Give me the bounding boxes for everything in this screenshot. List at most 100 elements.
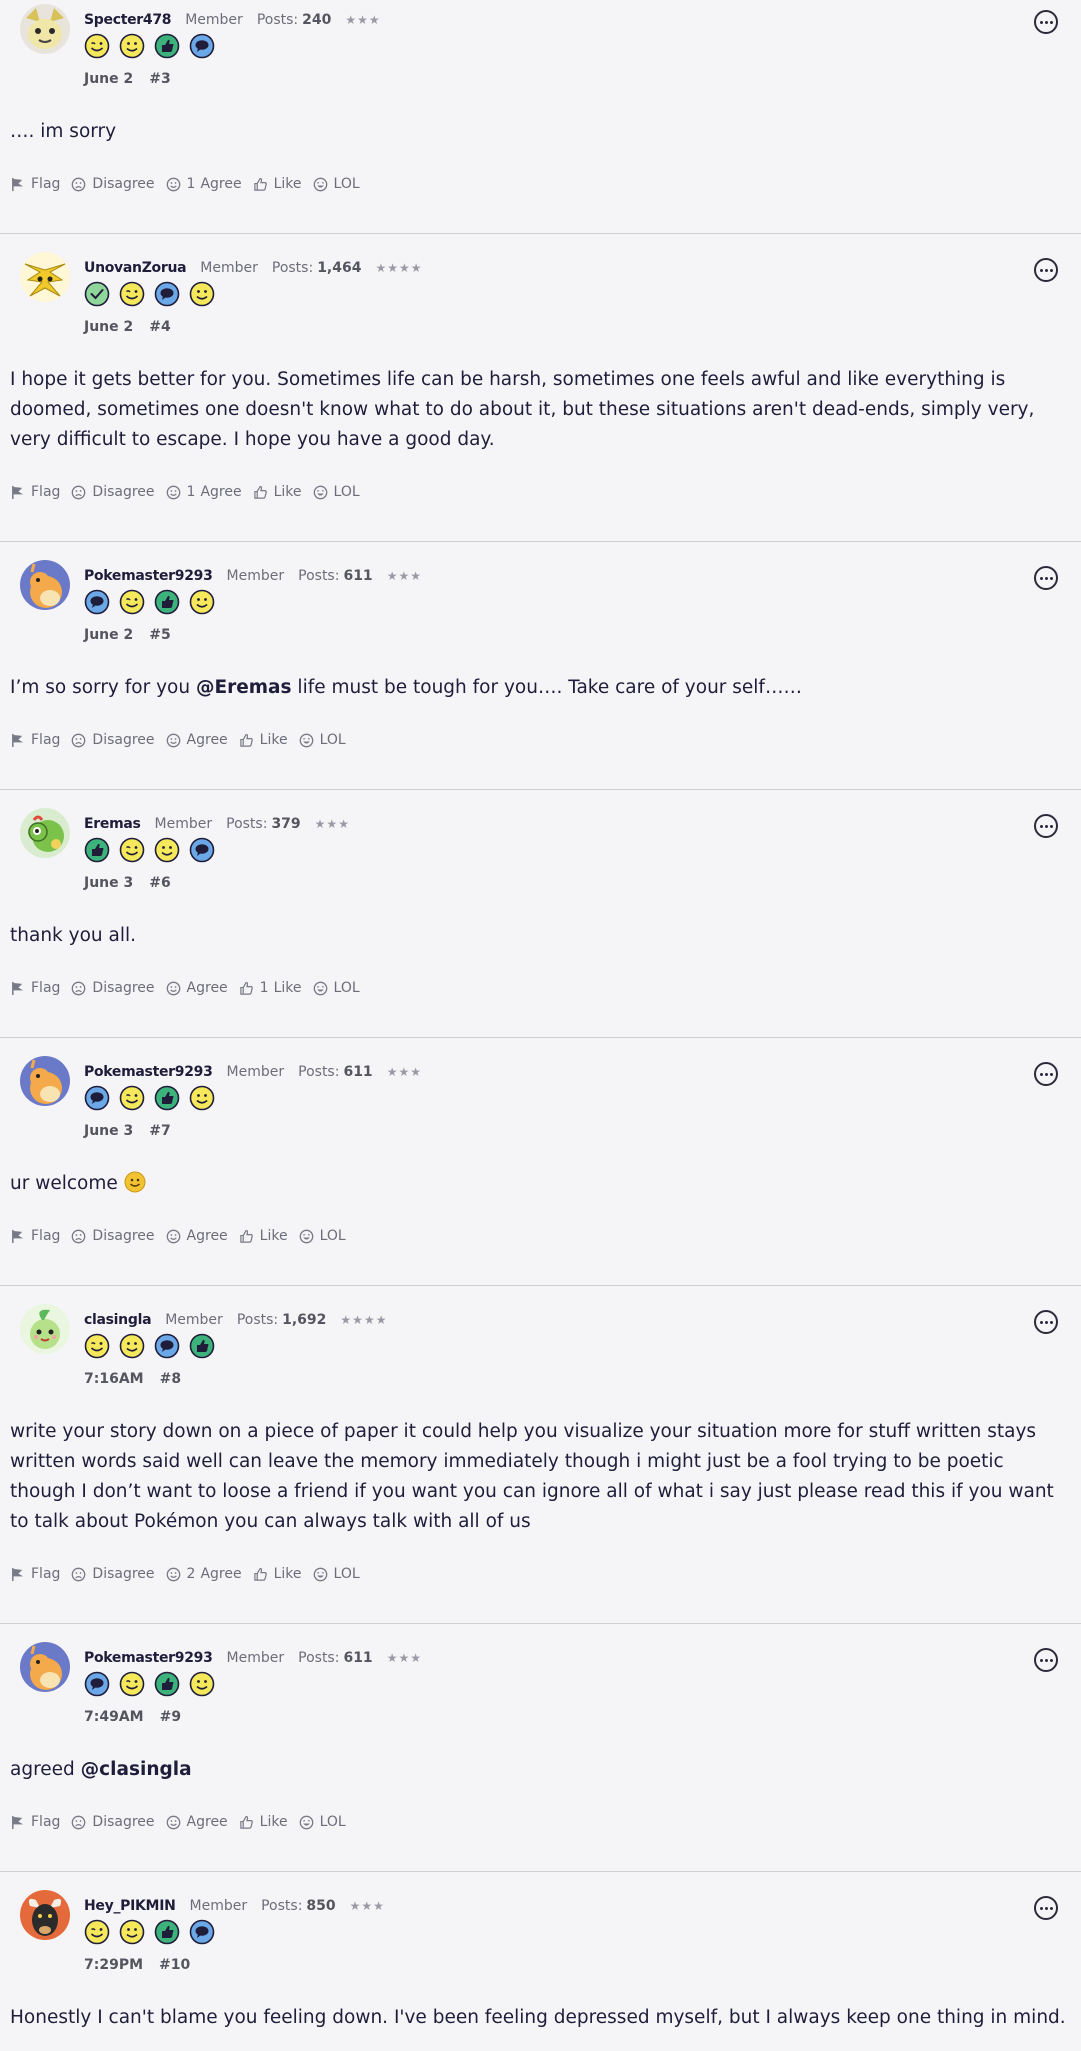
wink-badge[interactable] — [119, 1671, 145, 1697]
username[interactable]: Pokemaster9293 — [84, 1064, 213, 1080]
flag-button[interactable]: Flag — [10, 176, 60, 192]
smile-badge[interactable] — [189, 1085, 215, 1111]
post-number[interactable]: #9 — [160, 1709, 181, 1725]
post-date[interactable]: 7:29PM — [84, 1957, 143, 1973]
post-date[interactable]: June 3 — [84, 875, 133, 891]
jolteon-avatar[interactable] — [20, 252, 70, 302]
specter-avatar[interactable] — [20, 4, 70, 54]
agree-button[interactable]: Agree — [166, 1814, 228, 1830]
thumbs-up-badge[interactable] — [154, 1085, 180, 1111]
check-badge[interactable] — [84, 281, 110, 307]
flag-button[interactable]: Flag — [10, 484, 60, 500]
post-date[interactable]: 7:16AM — [84, 1371, 144, 1387]
post-date[interactable]: June 2 — [84, 319, 133, 335]
speech-badge[interactable] — [189, 33, 215, 59]
speech-badge[interactable] — [84, 1085, 110, 1111]
disagree-button[interactable]: Disagree — [71, 1566, 155, 1582]
disagree-button[interactable]: Disagree — [71, 1814, 155, 1830]
dragonite-avatar[interactable] — [20, 560, 70, 610]
speech-badge[interactable] — [154, 1333, 180, 1359]
username[interactable]: Pokemaster9293 — [84, 568, 213, 584]
agree-button[interactable]: Agree — [166, 1228, 228, 1244]
post-options-icon[interactable] — [1034, 10, 1058, 34]
flag-button[interactable]: Flag — [10, 980, 60, 996]
speech-badge[interactable] — [84, 589, 110, 615]
lol-button[interactable]: LOL — [299, 732, 346, 748]
like-button[interactable]: Like — [253, 176, 302, 192]
caterpie-avatar[interactable] — [20, 808, 70, 858]
thumbs-up-badge[interactable] — [154, 589, 180, 615]
agree-button[interactable]: Agree — [166, 732, 228, 748]
post-date[interactable]: June 3 — [84, 1123, 133, 1139]
thumbs-up-badge[interactable] — [84, 837, 110, 863]
chikorita-avatar[interactable] — [20, 1304, 70, 1354]
wink-badge[interactable] — [119, 281, 145, 307]
speech-badge[interactable] — [154, 281, 180, 307]
agree-button[interactable]: 1 Agree — [166, 484, 242, 500]
disagree-button[interactable]: Disagree — [71, 732, 155, 748]
like-button[interactable]: 1 Like — [239, 980, 302, 996]
smile-badge[interactable] — [189, 1671, 215, 1697]
post-number[interactable]: #4 — [149, 319, 170, 335]
post-date[interactable]: June 2 — [84, 71, 133, 87]
smile-badge[interactable] — [189, 589, 215, 615]
username[interactable]: Eremas — [84, 816, 141, 832]
dragonite-avatar[interactable] — [20, 1056, 70, 1106]
wink-badge[interactable] — [84, 1919, 110, 1945]
post-number[interactable]: #3 — [149, 71, 170, 87]
flag-button[interactable]: Flag — [10, 732, 60, 748]
agree-button[interactable]: 2 Agree — [166, 1566, 242, 1582]
post-date[interactable]: June 2 — [84, 627, 133, 643]
wink-badge[interactable] — [84, 33, 110, 59]
lol-button[interactable]: LOL — [299, 1814, 346, 1830]
agree-button[interactable]: 1 Agree — [166, 176, 242, 192]
post-options-icon[interactable] — [1034, 566, 1058, 590]
speech-badge[interactable] — [84, 1671, 110, 1697]
username[interactable]: UnovanZorua — [84, 260, 187, 276]
disagree-button[interactable]: Disagree — [71, 176, 155, 192]
post-date[interactable]: 7:49AM — [84, 1709, 144, 1725]
post-options-icon[interactable] — [1034, 1062, 1058, 1086]
thumbs-up-badge[interactable] — [154, 33, 180, 59]
flag-button[interactable]: Flag — [10, 1566, 60, 1582]
post-number[interactable]: #5 — [149, 627, 170, 643]
like-button[interactable]: Like — [253, 484, 302, 500]
speech-badge[interactable] — [189, 1919, 215, 1945]
post-options-icon[interactable] — [1034, 1648, 1058, 1672]
disagree-button[interactable]: Disagree — [71, 1228, 155, 1244]
houndoom-avatar[interactable] — [20, 1890, 70, 1940]
flag-button[interactable]: Flag — [10, 1814, 60, 1830]
post-options-icon[interactable] — [1034, 1896, 1058, 1920]
post-options-icon[interactable] — [1034, 814, 1058, 838]
username[interactable]: Hey_PIKMIN — [84, 1898, 176, 1914]
lol-button[interactable]: LOL — [299, 1228, 346, 1244]
smile-badge[interactable] — [119, 1919, 145, 1945]
wink-badge[interactable] — [119, 837, 145, 863]
agree-button[interactable]: Agree — [166, 980, 228, 996]
disagree-button[interactable]: Disagree — [71, 484, 155, 500]
post-options-icon[interactable] — [1034, 258, 1058, 282]
thumbs-up-badge[interactable] — [189, 1333, 215, 1359]
wink-badge[interactable] — [84, 1333, 110, 1359]
post-number[interactable]: #7 — [149, 1123, 170, 1139]
lol-button[interactable]: LOL — [313, 484, 360, 500]
speech-badge[interactable] — [189, 837, 215, 863]
username[interactable]: clasingla — [84, 1312, 152, 1328]
like-button[interactable]: Like — [239, 732, 288, 748]
like-button[interactable]: Like — [239, 1814, 288, 1830]
username[interactable]: Specter478 — [84, 12, 172, 28]
post-number[interactable]: #10 — [159, 1957, 190, 1973]
post-number[interactable]: #6 — [149, 875, 170, 891]
dragonite-avatar[interactable] — [20, 1642, 70, 1692]
smile-badge[interactable] — [189, 281, 215, 307]
flag-button[interactable]: Flag — [10, 1228, 60, 1244]
smile-badge[interactable] — [119, 33, 145, 59]
thumbs-up-badge[interactable] — [154, 1671, 180, 1697]
lol-button[interactable]: LOL — [313, 1566, 360, 1582]
post-number[interactable]: #8 — [160, 1371, 181, 1387]
lol-button[interactable]: LOL — [313, 176, 360, 192]
wink-badge[interactable] — [119, 589, 145, 615]
smile-badge[interactable] — [154, 837, 180, 863]
username[interactable]: Pokemaster9293 — [84, 1650, 213, 1666]
like-button[interactable]: Like — [253, 1566, 302, 1582]
